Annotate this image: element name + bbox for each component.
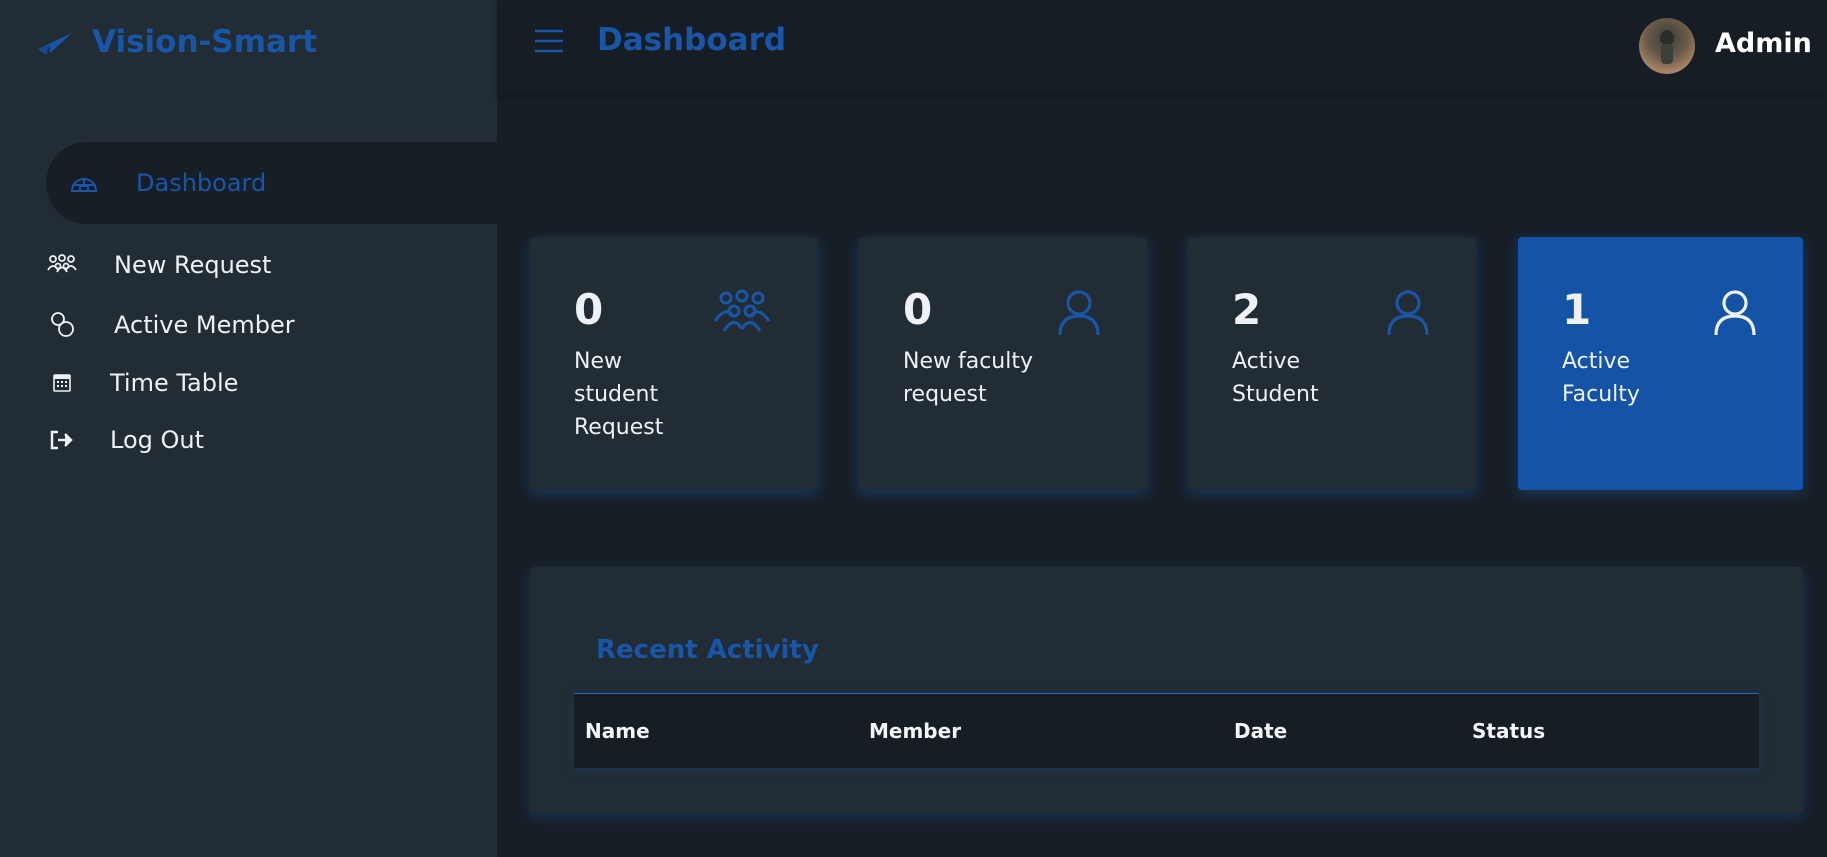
recent-activity-panel: Recent Activity Name Member Date Status — [530, 567, 1803, 813]
stat-card-new-student-request[interactable]: 0 New student Request — [530, 237, 818, 490]
stat-card-active-student[interactable]: 2 Active Student — [1188, 237, 1476, 490]
sidebar-item-label: Active Member — [114, 311, 295, 339]
sidebar-item-label: Log Out — [110, 426, 205, 454]
section-title: Recent Activity — [596, 635, 819, 665]
brand[interactable]: Vision-Smart — [36, 22, 317, 62]
users-icon — [712, 289, 772, 337]
sidebar-item-label: Dashboard — [136, 169, 267, 197]
sidebar-item-active-member[interactable]: Active Member — [46, 309, 295, 341]
stat-value: 0 — [574, 285, 604, 334]
stat-label: New faculty request — [903, 349, 1034, 407]
top-header: Dashboard Admin — [497, 0, 1827, 94]
sign-out-icon — [46, 424, 78, 456]
column-header-date[interactable]: Date — [1234, 719, 1287, 743]
sidebar-item-new-request[interactable]: New Request — [46, 249, 271, 281]
igloo-icon — [68, 167, 100, 199]
stat-value: 1 — [1562, 285, 1592, 334]
user-pair-icon — [46, 309, 78, 341]
column-header-name[interactable]: Name — [585, 719, 650, 743]
sidebar: Vision-Smart Dashboard New Request Activ… — [0, 0, 497, 857]
stat-card-new-faculty-request[interactable]: 0 New faculty request — [859, 237, 1147, 490]
user-icon — [1713, 289, 1757, 341]
stat-card-active-faculty[interactable]: 1 Active Faculty — [1518, 237, 1803, 490]
calendar-icon — [46, 367, 78, 399]
sidebar-item-log-out[interactable]: Log Out — [46, 424, 204, 456]
avatar[interactable] — [1639, 18, 1695, 74]
stat-value: 2 — [1232, 285, 1262, 334]
user-name[interactable]: Admin — [1715, 28, 1812, 59]
column-header-member[interactable]: Member — [869, 719, 961, 743]
sidebar-item-time-table[interactable]: Time Table — [46, 367, 238, 399]
user-icon — [1386, 289, 1430, 341]
page-title: Dashboard — [597, 22, 787, 58]
activity-table-header: Name Member Date Status — [574, 693, 1759, 768]
hamburger-icon[interactable] — [533, 27, 565, 55]
stat-value: 0 — [903, 285, 933, 334]
sidebar-item-label: New Request — [114, 251, 272, 279]
paper-plane-icon — [38, 33, 72, 55]
user-icon — [1057, 289, 1101, 341]
stat-label: Active Faculty — [1562, 349, 1640, 407]
sidebar-item-label: Time Table — [110, 369, 239, 397]
sidebar-item-dashboard[interactable]: Dashboard — [46, 142, 497, 224]
stat-label: New student Request — [574, 349, 664, 440]
brand-name: Vision-Smart — [92, 24, 318, 60]
column-header-status[interactable]: Status — [1472, 719, 1545, 743]
users-icon — [46, 249, 78, 281]
stat-label: Active Student — [1232, 349, 1319, 407]
